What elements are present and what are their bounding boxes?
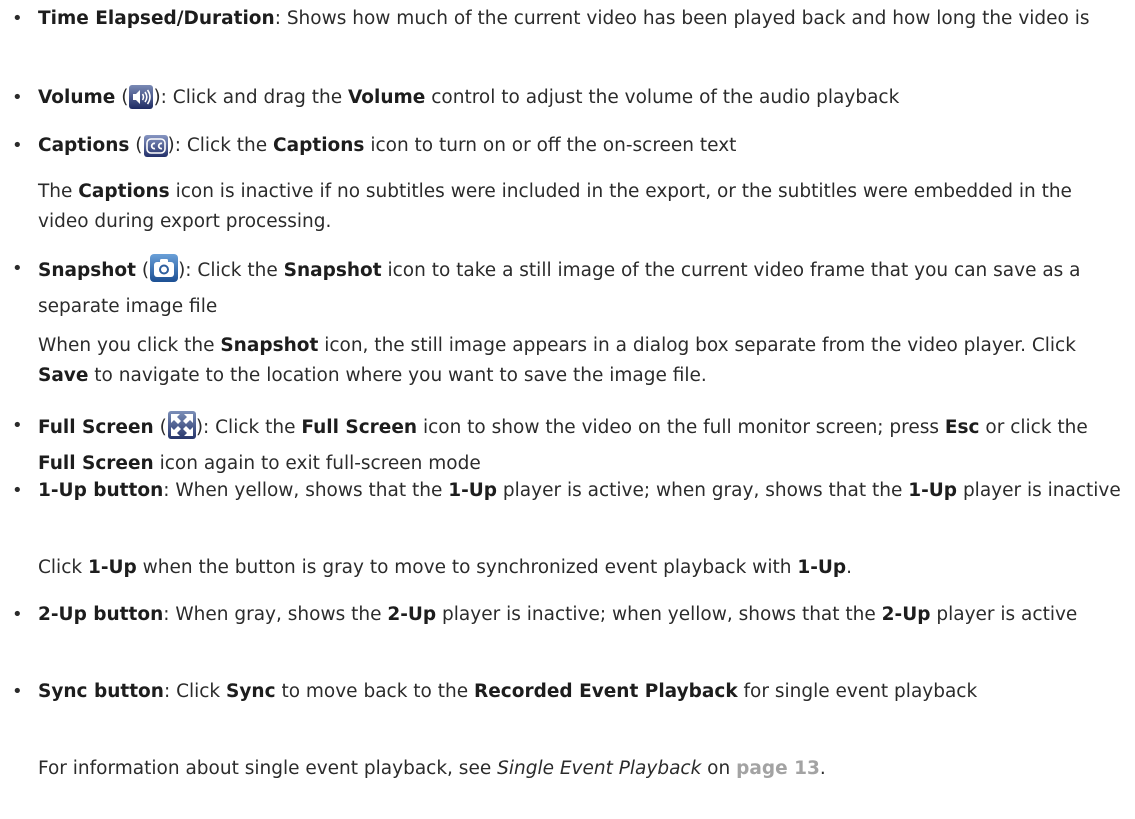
note-captions: The Captions icon is inactive if no subt… — [38, 181, 1072, 232]
page-13-link[interactable]: page 13 — [736, 758, 820, 779]
camera-icon — [150, 254, 179, 292]
list-item-full-screen: • Full Screen (): Click the Full Screen … — [12, 411, 1130, 479]
bullet: • — [12, 135, 23, 156]
list-item-time-elapsed: • Time Elapsed/Duration: Shows how much … — [12, 4, 1130, 34]
list-item-captions: • Captions (): Click the Captions icon t… — [12, 131, 1130, 167]
list-item-volume: • Volume (): Click and drag the Volume c… — [12, 83, 1130, 119]
list-item-sync-button: • Sync button: Click Sync to move back t… — [12, 677, 1130, 707]
bullet: • — [12, 604, 23, 625]
list-item-snapshot: • Snapshot (): Click the Snapshot icon t… — [12, 254, 1130, 322]
note-snapshot: When you click the Snapshot icon, the st… — [38, 335, 1076, 386]
bullet: • — [12, 480, 23, 501]
list-item-1up-button: • 1-Up button: When yellow, shows that t… — [12, 476, 1130, 506]
speaker-icon — [129, 85, 154, 119]
document-page: • Time Elapsed/Duration: Shows how much … — [0, 0, 1135, 819]
term-time-elapsed: Time Elapsed/Duration — [38, 8, 275, 29]
note-1up: Click 1-Up when the button is gray to mo… — [38, 557, 853, 578]
note-sync: For information about single event playb… — [38, 758, 826, 779]
bullet: • — [12, 8, 23, 29]
bullet: • — [12, 681, 23, 702]
fullscreen-arrows-icon — [167, 411, 196, 449]
bullet: • — [12, 258, 23, 279]
bullet: • — [12, 87, 23, 108]
closed-captions-icon — [143, 135, 168, 167]
bullet: • — [12, 415, 23, 436]
list-item-2up-button: • 2-Up button: When gray, shows the 2-Up… — [12, 600, 1130, 630]
